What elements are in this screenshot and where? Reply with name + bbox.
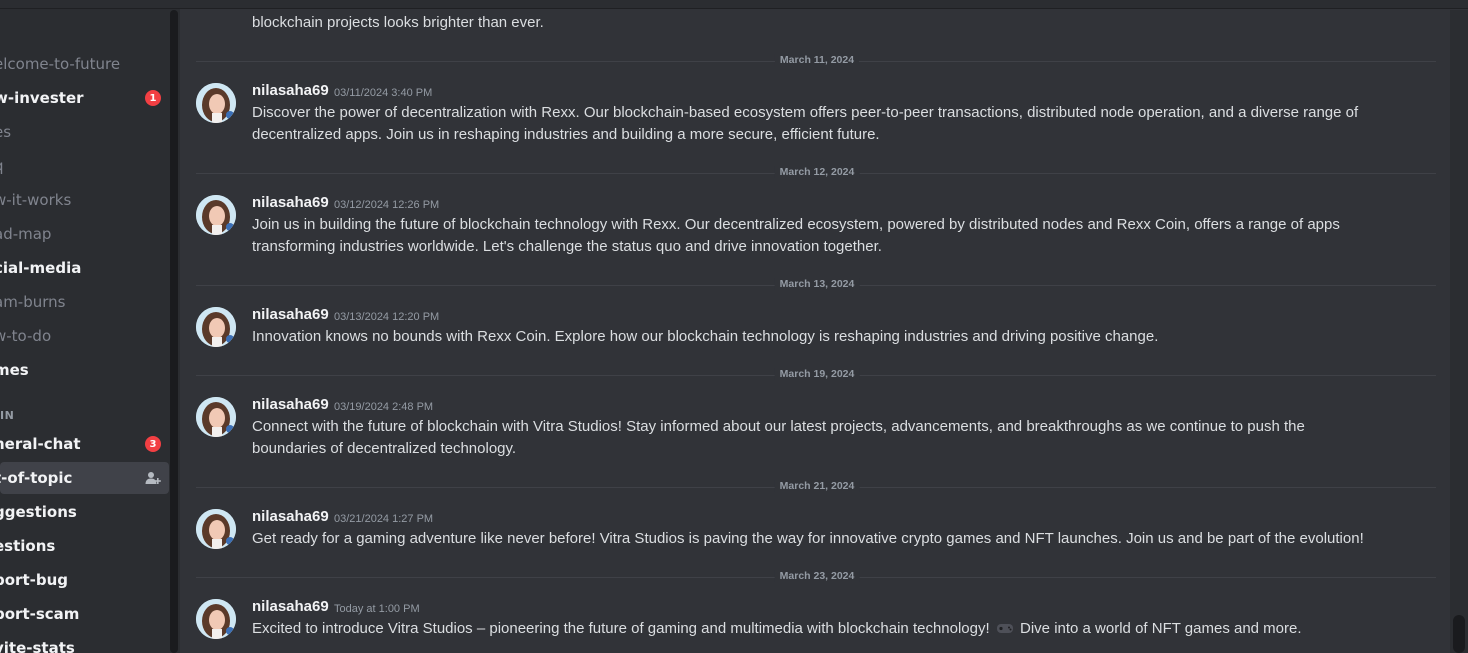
avatar-image-icon (196, 397, 236, 437)
category-header[interactable]: IN (0, 409, 14, 422)
message-text: decentralized apps. Join us in reshaping… (252, 126, 880, 143)
channel-name: w-invester (0, 89, 84, 107)
channel-name: t-of-topic (0, 469, 73, 487)
message-author[interactable]: nilasaha69 (252, 194, 329, 211)
channel-item[interactable]: q (0, 150, 170, 182)
user-avatar[interactable] (196, 83, 236, 123)
channel-item[interactable]: port-bug (0, 564, 170, 596)
date-divider-label: March 13, 2024 (774, 278, 860, 290)
avatar-image-icon (196, 509, 236, 549)
channel-name: vite-stats (0, 639, 75, 653)
user-avatar[interactable] (196, 397, 236, 437)
channel-name: estions (0, 537, 56, 555)
message-author[interactable]: nilasaha69 (252, 598, 329, 615)
date-divider-label: March 11, 2024 (774, 54, 860, 66)
message-author[interactable]: nilasaha69 (252, 508, 329, 525)
channel-name: port-bug (0, 571, 68, 589)
channel-name: cial-media (0, 259, 82, 277)
channel-item[interactable]: am-burns (0, 286, 170, 318)
channel-name: ad-map (0, 225, 52, 243)
channel-item[interactable]: w-invester 1 (0, 82, 170, 114)
avatar-image-icon (196, 195, 236, 235)
channel-name: elcome-to-future (0, 55, 121, 73)
channel-item[interactable]: w-it-works (0, 184, 170, 216)
message-text: blockchain projects looks brighter than … (252, 14, 544, 31)
avatar-image-icon (196, 599, 236, 639)
message-text: Connect with the future of blockchain wi… (252, 418, 1305, 435)
user-avatar[interactable] (196, 307, 236, 347)
top-edge (0, 0, 1468, 9)
channel-name: am-burns (0, 293, 66, 311)
avatar-image-icon (196, 307, 236, 347)
channel-item[interactable]: cial-media (0, 252, 170, 284)
channel-name: w-it-works (0, 191, 72, 209)
channel-name: ggestions (0, 503, 77, 521)
message-text: Get ready for a gaming adventure like ne… (252, 530, 1364, 547)
channel-name: mes (0, 361, 29, 379)
message-text: Discover the power of decentralization w… (252, 104, 1359, 121)
channel-name: w-to-do (0, 327, 52, 345)
user-avatar[interactable] (196, 509, 236, 549)
user-avatar[interactable] (196, 195, 236, 235)
message-text: Excited to introduce Vitra Studios – pio… (252, 618, 1432, 640)
message-text: boundaries of decentralized technology. (252, 440, 517, 457)
channel-name: port-scam (0, 605, 80, 623)
message-timestamp: Today at 1:00 PM (334, 603, 420, 615)
message-timestamp: 03/21/2024 1:27 PM (334, 513, 434, 525)
message-text-part: Excited to introduce Vitra Studios – pio… (252, 620, 990, 637)
message-text: Innovation knows no bounds with Rexx Coi… (252, 328, 1159, 345)
message-timestamp: 03/12/2024 12:26 PM (334, 199, 440, 211)
mention-badge: 1 (145, 90, 161, 106)
message-timestamp: 03/13/2024 12:20 PM (334, 311, 440, 323)
chat-scrollbar-thumb[interactable] (1453, 615, 1465, 653)
message-timestamp: 03/19/2024 2:48 PM (334, 401, 434, 413)
channel-name: neral-chat (0, 435, 81, 453)
channel-item[interactable]: mes (0, 354, 170, 386)
message-text: transforming industries worldwide. Let's… (252, 238, 882, 255)
message-author[interactable]: nilasaha69 (252, 306, 329, 323)
mention-badge: 3 (145, 436, 161, 452)
channel-item[interactable]: es (0, 116, 170, 148)
invite-member-icon[interactable] (145, 470, 161, 486)
message-text: Join us in building the future of blockc… (252, 216, 1340, 233)
channel-item-active[interactable]: t-of-topic (0, 462, 169, 494)
channel-name: q (0, 157, 4, 175)
channel-item[interactable]: ggestions (0, 496, 170, 528)
channel-item[interactable]: w-to-do (0, 320, 170, 352)
user-avatar[interactable] (196, 599, 236, 639)
channel-item[interactable]: estions (0, 530, 170, 562)
sidebar-scrollbar[interactable] (170, 10, 178, 653)
message-author[interactable]: nilasaha69 (252, 82, 329, 99)
date-divider-label: March 23, 2024 (774, 570, 860, 582)
channel-name: es (0, 123, 12, 141)
channel-item[interactable]: ad-map (0, 218, 170, 250)
date-divider-label: March 12, 2024 (774, 166, 860, 178)
date-divider-label: March 21, 2024 (774, 480, 860, 492)
channel-item[interactable]: port-scam (0, 598, 170, 630)
chat-scrollbar-track[interactable] (1450, 10, 1468, 653)
message-timestamp: 03/11/2024 3:40 PM (334, 87, 433, 99)
channel-item[interactable]: vite-stats (0, 632, 170, 653)
date-divider-label: March 19, 2024 (774, 368, 860, 380)
avatar-image-icon (196, 83, 236, 123)
game-controller-emoji-icon (996, 624, 1013, 633)
message-text-part: Dive into a world of NFT games and more. (1020, 620, 1302, 637)
channel-sidebar: elcome-to-future w-invester 1 es q w-it-w… (0, 0, 180, 653)
channel-item[interactable]: neral-chat 3 (0, 428, 170, 460)
message-author[interactable]: nilasaha69 (252, 396, 329, 413)
channel-item[interactable]: elcome-to-future (0, 48, 170, 80)
